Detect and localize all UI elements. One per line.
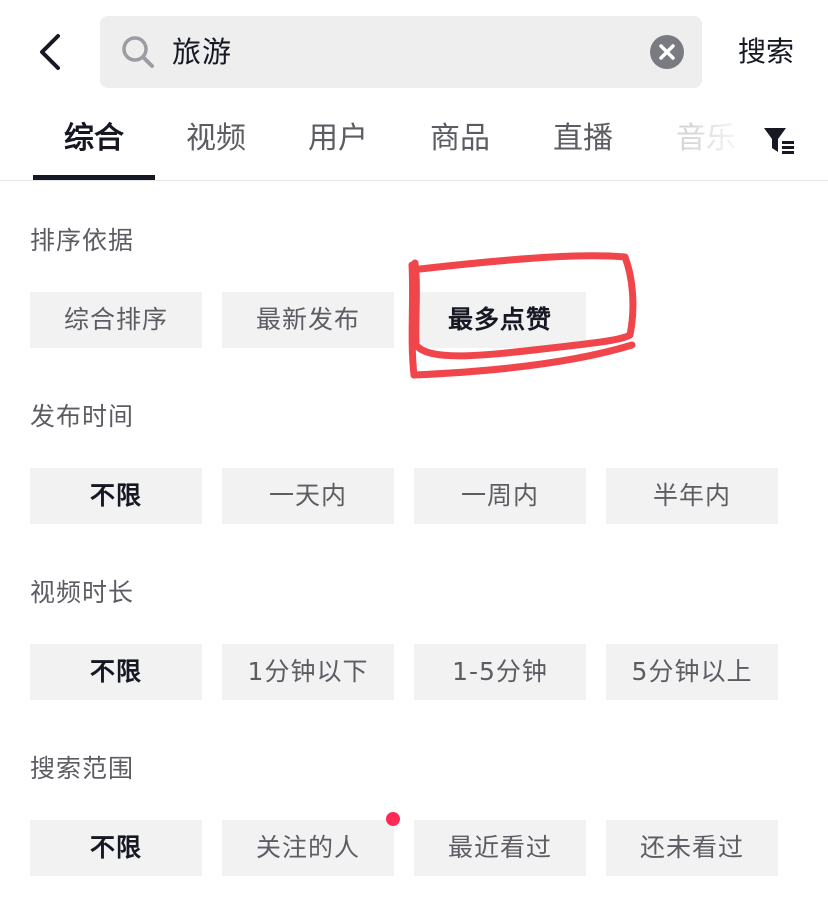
back-arrow-icon	[40, 34, 60, 70]
chip-sort-most-liked[interactable]: 最多点赞	[414, 292, 586, 348]
tab-music[interactable]: 音乐	[656, 104, 756, 174]
chip-scope-any[interactable]: 不限	[30, 820, 202, 876]
chip-scope-not-viewed[interactable]: 还未看过	[606, 820, 778, 876]
chip-sort-latest[interactable]: 最新发布	[222, 292, 394, 348]
search-input[interactable]: 旅游	[172, 16, 232, 88]
tab-video[interactable]: 视频	[166, 104, 266, 174]
chip-duration-over-5min[interactable]: 5分钟以上	[606, 644, 778, 700]
tab-user[interactable]: 用户	[288, 104, 388, 174]
section-title-publish-time: 发布时间	[30, 402, 135, 431]
chip-time-half-year[interactable]: 半年内	[606, 468, 778, 524]
clear-icon	[659, 44, 675, 60]
section-title-scope: 搜索范围	[30, 754, 135, 783]
result-tabs: 综合 视频 用户 商品 直播 音乐	[0, 104, 828, 180]
tab-product[interactable]: 商品	[410, 104, 510, 174]
chip-scope-recently-viewed[interactable]: 最近看过	[414, 820, 586, 876]
section-title-sort: 排序依据	[30, 226, 135, 255]
section-title-duration: 视频时长	[30, 578, 135, 607]
chip-time-any[interactable]: 不限	[30, 468, 202, 524]
chip-time-one-day[interactable]: 一天内	[222, 468, 394, 524]
chip-duration-any[interactable]: 不限	[30, 644, 202, 700]
search-icon	[122, 36, 154, 68]
tab-comprehensive[interactable]: 综合	[33, 104, 155, 174]
chip-scope-following[interactable]: 关注的人	[222, 820, 394, 876]
chip-sort-comprehensive[interactable]: 综合排序	[30, 292, 202, 348]
notification-dot	[386, 812, 400, 826]
back-button[interactable]	[22, 22, 78, 82]
chip-duration-under-1min[interactable]: 1分钟以下	[222, 644, 394, 700]
filter-icon[interactable]	[762, 124, 796, 158]
chip-time-one-week[interactable]: 一周内	[414, 468, 586, 524]
tab-live[interactable]: 直播	[533, 104, 633, 174]
tabs-divider	[0, 180, 828, 181]
search-button[interactable]: 搜索	[728, 22, 804, 82]
search-bar[interactable]: 旅游	[100, 16, 702, 88]
clear-search-button[interactable]	[650, 35, 684, 69]
chip-duration-1-5min[interactable]: 1-5分钟	[414, 644, 586, 700]
